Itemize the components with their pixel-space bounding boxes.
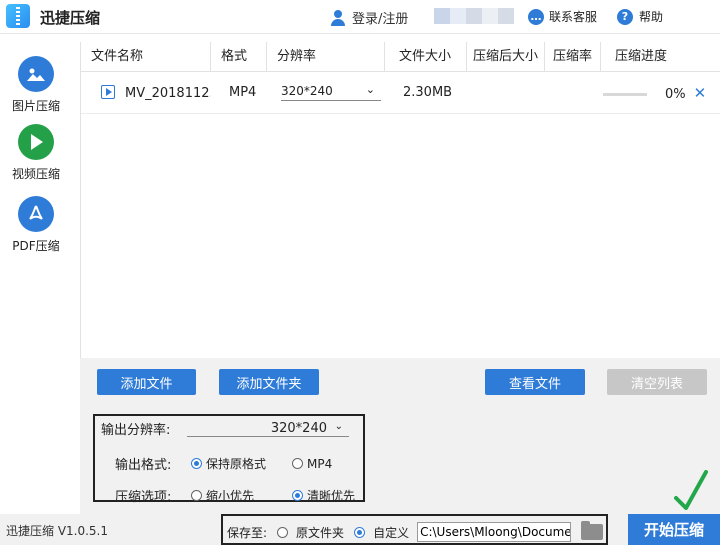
keep-format-label: 保持原格式	[206, 457, 267, 471]
login-label: 登录/注册	[352, 12, 409, 27]
sidebar-item-image[interactable]: 图片压缩	[0, 56, 72, 114]
output-resolution-select[interactable]: 320*240 ⌄	[187, 421, 349, 437]
start-compress-button[interactable]: 开始压缩	[628, 514, 720, 545]
sidebar: 图片压缩 视频压缩 PDF压缩	[0, 34, 72, 514]
file-table: 文件名称 格式 分辨率 文件大小 压缩后大小 压缩率 压缩进度 MV_20181…	[80, 41, 720, 358]
image-icon	[18, 56, 54, 92]
format-option: 输出格式: 保持原格式 MP4	[115, 454, 333, 474]
column-header: 格式	[211, 41, 267, 72]
view-file-button[interactable]: 查看文件	[485, 369, 585, 395]
save-path-input[interactable]	[417, 522, 572, 542]
play-icon	[18, 124, 54, 160]
question-icon: ?	[617, 8, 633, 25]
keep-format-radio[interactable]	[191, 458, 202, 469]
sidebar-item-label: 视频压缩	[11, 167, 60, 181]
column-header: 压缩后大小	[467, 41, 545, 72]
progress-cell: 0% ✕	[601, 84, 720, 102]
service-label: 联系客服	[549, 10, 598, 24]
chevron-down-icon: ⌄	[334, 420, 343, 432]
custom-folder-label: 自定义	[373, 525, 410, 540]
format-cell: MP4	[229, 85, 257, 100]
chevron-down-icon: ⌄	[365, 84, 375, 96]
resolution-select[interactable]: 320*240 ⌄	[281, 84, 381, 101]
save-row: 保存至: 原文件夹 自定义	[227, 521, 604, 542]
column-header: 分辨率	[267, 41, 385, 72]
progress-text: 0%	[665, 86, 686, 102]
custom-folder-radio[interactable]	[354, 526, 366, 538]
file-size-cell: 2.30MB	[403, 85, 453, 100]
compress-label: 压缩选项:	[115, 490, 172, 505]
mp4-label: MP4	[307, 456, 333, 471]
chat-icon: …	[528, 8, 544, 25]
save-location: 保存至: 原文件夹 自定义	[221, 514, 608, 545]
resolution-option: 输出分辨率: 320*240 ⌄	[101, 419, 349, 438]
column-header: 压缩率	[545, 41, 601, 72]
help-label: 帮助	[639, 10, 664, 24]
format-label: 输出格式:	[115, 458, 172, 473]
pdf-icon	[18, 196, 54, 232]
video-file-icon	[101, 84, 115, 99]
compress-option: 压缩选项: 缩小优先 清晰优先	[115, 486, 355, 505]
resolution-label: 输出分辨率:	[101, 423, 171, 438]
blurred-username	[434, 8, 514, 24]
sidebar-item-pdf[interactable]: PDF压缩	[0, 196, 72, 254]
column-header: 文件名称	[81, 41, 211, 72]
version-label: 迅捷压缩 V1.0.5.1	[6, 524, 109, 538]
clear-first-label: 清晰优先	[307, 489, 356, 503]
clear-first-radio[interactable]	[292, 490, 303, 501]
original-folder-label: 原文件夹	[296, 525, 345, 540]
user-icon	[330, 9, 346, 26]
progress-bar	[603, 92, 647, 96]
column-header: 压缩进度	[615, 48, 668, 64]
login-link[interactable]: 登录/注册	[330, 8, 408, 27]
app-title: 迅捷压缩	[40, 9, 101, 27]
column-header: 文件大小	[385, 41, 467, 72]
remove-file-icon[interactable]: ✕	[694, 84, 707, 102]
small-first-label: 缩小优先	[206, 489, 255, 503]
resolution-cell: 320*240 ⌄	[267, 84, 385, 101]
clear-list-button[interactable]: 清空列表	[607, 369, 707, 395]
original-folder-radio[interactable]	[277, 526, 289, 538]
add-folder-button[interactable]: 添加文件夹	[219, 369, 319, 395]
mp4-radio[interactable]	[292, 458, 303, 469]
zip-logo-icon	[6, 4, 30, 28]
folder-icon[interactable]	[581, 521, 604, 540]
small-first-radio[interactable]	[191, 490, 202, 501]
sidebar-item-video[interactable]: 视频压缩	[0, 124, 72, 182]
file-name-cell: MV_2018112...	[81, 84, 211, 101]
output-options: 输出分辨率: 320*240 ⌄ 输出格式: 保持原格式 MP4 压缩选项: 缩小…	[93, 414, 365, 505]
checkmark-icon	[674, 470, 708, 510]
sidebar-item-label: 图片压缩	[11, 99, 60, 113]
help-link[interactable]: ? 帮助	[617, 8, 663, 25]
sidebar-item-label: PDF压缩	[12, 239, 60, 253]
add-file-button[interactable]: 添加文件	[97, 369, 196, 395]
table-row[interactable]: MV_2018112... MP4 320*240⌄ 2.30MB 0% ✕	[81, 72, 720, 114]
title-bar: 迅捷压缩 登录/注册 … 联系客服 ? 帮助	[0, 0, 720, 34]
file-name: MV_2018112...	[125, 85, 211, 101]
save-label: 保存至:	[227, 525, 268, 540]
table-header: 文件名称 格式 分辨率 文件大小 压缩后大小 压缩率 压缩进度	[81, 41, 720, 72]
customer-service-link[interactable]: … 联系客服	[528, 8, 597, 25]
